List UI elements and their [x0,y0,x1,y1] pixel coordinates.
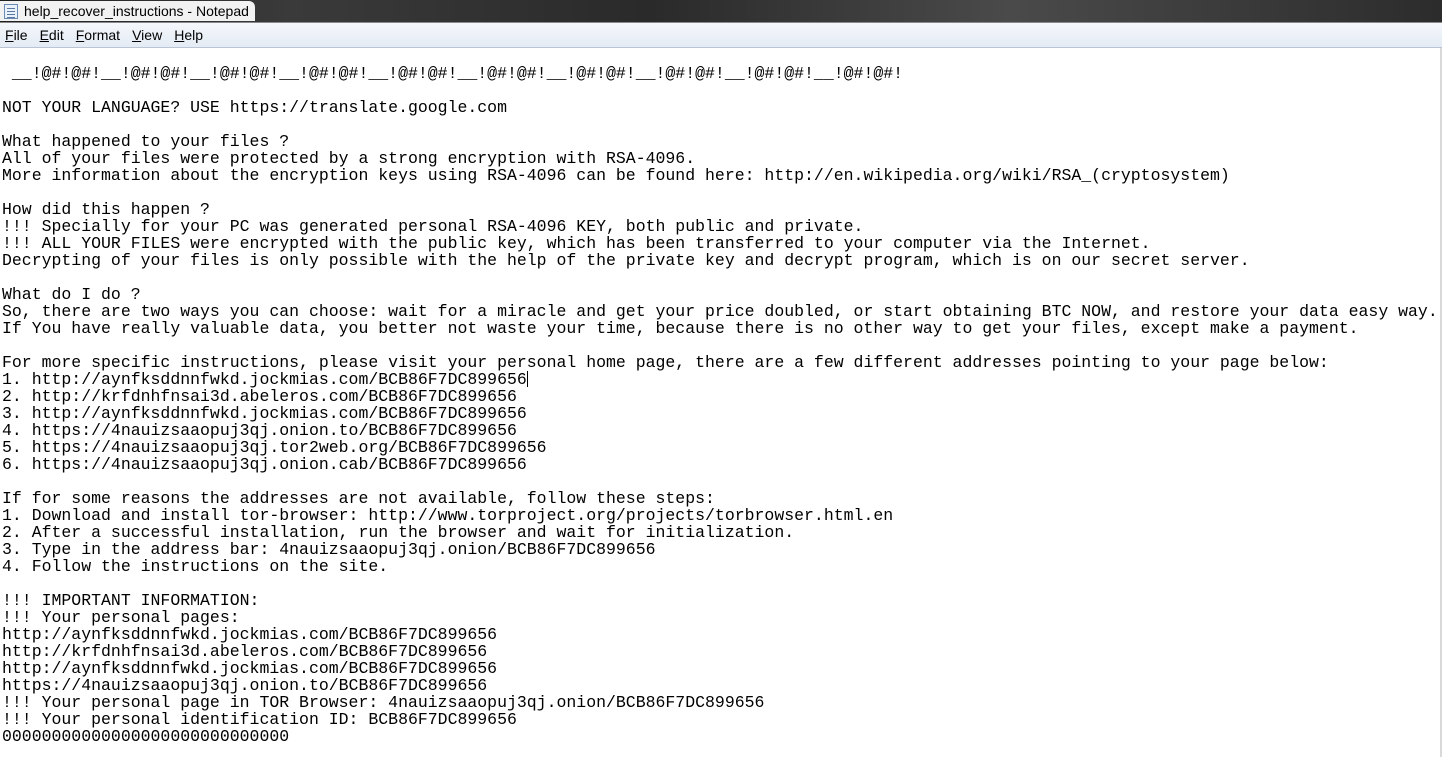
menu-format[interactable]: Format [70,23,126,47]
text-line: 2. http://krfdnhfnsai3d.abeleros.com/BCB… [2,387,517,406]
title-bar[interactable]: help_recover_instructions - Notepad [0,0,1442,23]
text-line: http://aynfksddnnfwkd.jockmias.com/BCB86… [2,625,498,644]
text-line [2,575,1438,592]
menu-view[interactable]: View [126,23,168,47]
notepad-icon [4,4,18,19]
text-caret [526,371,528,387]
text-line: Decrypting of your files is only possibl… [2,251,1250,270]
text-editor-area[interactable]: __!@#!@#!__!@#!@#!__!@#!@#!__!@#!@#!__!@… [0,48,1442,757]
text-line: !!! ALL YOUR FILES were encrypted with t… [2,234,1151,253]
notepad-window: help_recover_instructions - Notepad File… [0,0,1442,757]
window-title: help_recover_instructions - Notepad [24,3,249,19]
text-line: !!! IMPORTANT INFORMATION: [2,591,260,610]
text-line [2,337,1438,354]
text-line: !!! Your personal pages: [2,608,240,627]
menu-file[interactable]: File [0,23,34,47]
text-line: So, there are two ways you can choose: w… [2,302,1438,321]
text-line: 1. http://aynfksddnnfwkd.jockmias.com/BC… [2,370,528,389]
text-line: All of your files were protected by a st… [2,149,696,168]
text-line [2,82,1438,99]
window-title-tab: help_recover_instructions - Notepad [0,1,255,21]
document-text: __!@#!@#!__!@#!@#!__!@#!@#!__!@#!@#!__!@… [2,65,1438,745]
text-line: For more specific instructions, please v… [2,353,1329,372]
text-line: !!! Your personal identification ID: BCB… [2,710,517,729]
text-line: 3. http://aynfksddnnfwkd.jockmias.com/BC… [2,404,527,423]
text-line: __!@#!@#!__!@#!@#!__!@#!@#!__!@#!@#!__!@… [2,64,904,83]
text-line [2,116,1438,133]
text-line: https://4nauizsaaopuj3qj.onion.to/BCB86F… [2,676,488,695]
text-line: 00000000000000000000000000000 [2,727,290,746]
text-line: 5. https://4nauizsaaopuj3qj.tor2web.org/… [2,438,547,457]
menu-help[interactable]: Help [168,23,209,47]
text-line: 1. Download and install tor-browser: htt… [2,506,894,525]
menu-bar: File Edit Format View Help [0,23,1442,48]
menu-edit[interactable]: Edit [34,23,70,47]
text-line: 3. Type in the address bar: 4nauizsaaopu… [2,540,656,559]
text-line: How did this happen ? [2,200,210,219]
text-line: More information about the encryption ke… [2,166,1230,185]
text-line: If for some reasons the addresses are no… [2,489,715,508]
text-line: 6. https://4nauizsaaopuj3qj.onion.cab/BC… [2,455,527,474]
text-line: NOT YOUR LANGUAGE? USE https://translate… [2,98,507,117]
text-line: http://aynfksddnnfwkd.jockmias.com/BCB86… [2,659,498,678]
text-line [2,473,1438,490]
text-line: What do I do ? [2,285,141,304]
text-line: http://krfdnhfnsai3d.abeleros.com/BCB86F… [2,642,488,661]
text-line: 2. After a successful installation, run … [2,523,795,542]
text-line [2,184,1438,201]
text-line: What happened to your files ? [2,132,290,151]
text-line [2,269,1438,286]
text-line: If You have really valuable data, you be… [2,319,1359,338]
text-line: 4. https://4nauizsaaopuj3qj.onion.to/BCB… [2,421,517,440]
text-line: !!! Specially for your PC was generated … [2,217,864,236]
text-line: 4. Follow the instructions on the site. [2,557,389,576]
text-line: !!! Your personal page in TOR Browser: 4… [2,693,765,712]
